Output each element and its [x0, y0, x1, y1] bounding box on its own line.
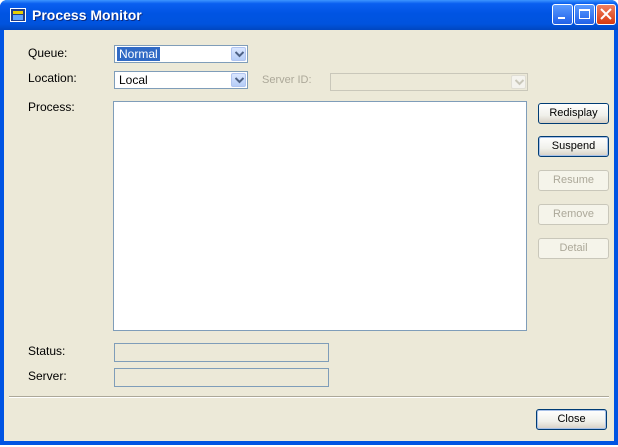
minimize-button[interactable] — [552, 4, 573, 25]
close-icon — [600, 8, 612, 20]
location-value: Local — [119, 73, 148, 87]
close-button[interactable]: Close — [536, 409, 607, 430]
maximize-icon — [579, 9, 590, 19]
queue-dropdown[interactable]: Normal — [114, 45, 248, 63]
server-label: Server: — [28, 369, 67, 383]
queue-value: Normal — [117, 47, 160, 61]
location-label: Location: — [28, 71, 77, 85]
maximize-button[interactable] — [574, 4, 595, 25]
queue-label: Queue: — [28, 46, 68, 60]
window-title: Process Monitor — [32, 7, 142, 23]
server-field — [114, 368, 329, 387]
resume-button[interactable]: Resume — [538, 170, 609, 191]
process-label: Process: — [28, 100, 75, 114]
detail-button[interactable]: Detail — [538, 238, 609, 259]
server-id-dropdown[interactable] — [330, 73, 528, 91]
location-dropdown[interactable]: Local — [114, 71, 248, 89]
chevron-down-icon — [235, 77, 244, 84]
server-id-label: Server ID: — [262, 74, 312, 86]
server-id-dropdown-button[interactable] — [511, 75, 526, 89]
close-window-button[interactable] — [596, 4, 616, 25]
remove-button[interactable]: Remove — [538, 204, 609, 225]
chevron-down-icon — [235, 51, 244, 58]
status-label: Status: — [28, 344, 66, 358]
separator — [9, 396, 609, 398]
redisplay-button[interactable]: Redisplay — [538, 103, 609, 124]
process-monitor-window: Process Monitor Queue: Normal Location: … — [0, 0, 618, 445]
status-field — [114, 343, 329, 362]
app-window-icon[interactable] — [10, 8, 26, 22]
queue-dropdown-button[interactable] — [231, 47, 246, 61]
location-dropdown-button[interactable] — [231, 73, 246, 87]
process-list[interactable] — [113, 101, 527, 331]
chevron-down-icon — [515, 79, 524, 86]
title-bar[interactable]: Process Monitor — [0, 0, 618, 30]
suspend-button[interactable]: Suspend — [538, 136, 609, 157]
dialog-body: Queue: Normal Location: Local Server ID:… — [4, 30, 614, 441]
minimize-icon — [558, 17, 565, 19]
